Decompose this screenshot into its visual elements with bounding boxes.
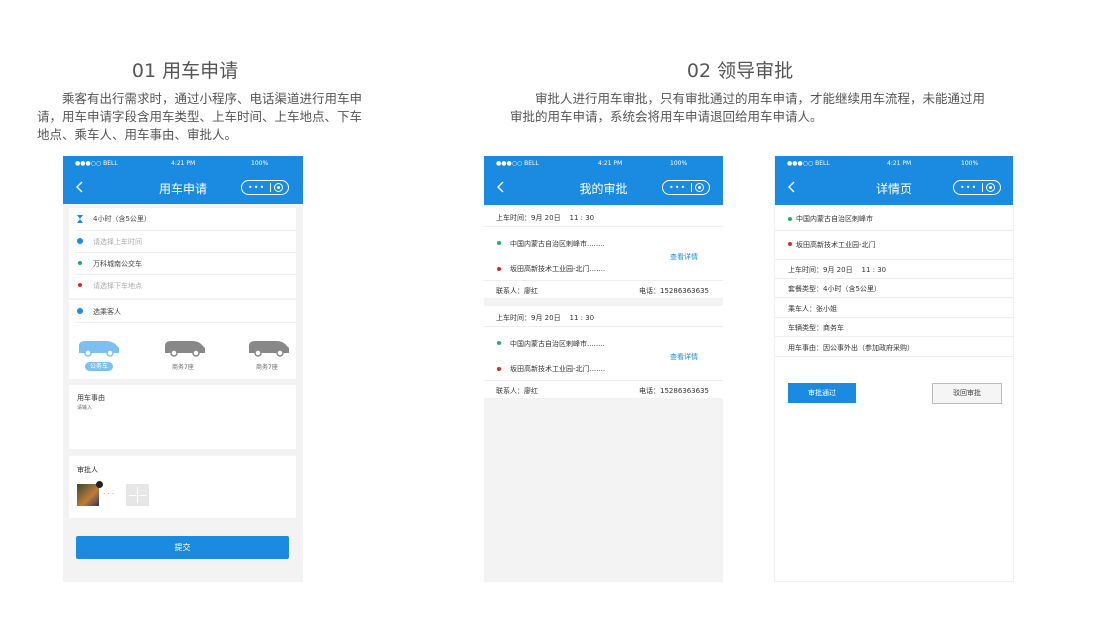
passenger-row[interactable]: 选乘客人 bbox=[69, 300, 296, 322]
start-dot-icon bbox=[497, 241, 501, 245]
end-dot-icon bbox=[497, 267, 501, 271]
detail-passenger: 乘车人：张小姐 bbox=[788, 305, 837, 313]
detail-reason: 用车事由：因公事外出（参加政府采购） bbox=[788, 344, 914, 352]
passenger-text: 选乘客人 bbox=[93, 308, 121, 316]
battery: 100% bbox=[670, 160, 688, 167]
remove-avatar-icon[interactable] bbox=[96, 481, 103, 488]
more-dots-icon[interactable]: ••• bbox=[669, 182, 686, 193]
detail-from: 中国内蒙古自治区剌峰市 bbox=[796, 215, 873, 223]
end-row[interactable]: 请选择下车地点 bbox=[69, 274, 296, 296]
capsule-menu[interactable]: ••• bbox=[662, 180, 710, 195]
reject-button[interactable]: 驳回审批 bbox=[932, 383, 1002, 404]
nav-bar: 用车申请 ••• bbox=[63, 172, 303, 204]
status-time: 4:21 PM bbox=[171, 160, 196, 167]
status-bar: ●●●○○ BELL 4:21 PM 100% bbox=[775, 156, 1013, 172]
reason-card: 用车事由 请输入 bbox=[69, 385, 296, 449]
close-circle-icon[interactable] bbox=[274, 183, 283, 192]
start-dot-icon bbox=[788, 217, 792, 221]
carrier: ●●●○○ BELL bbox=[496, 160, 539, 167]
status-bar: ●●●○○ BELL 4:21 PM 100% bbox=[484, 156, 723, 172]
section2-desc: 审批人进行用车审批，只有审批通过的用车申请，才能继续用车流程，未能通过用审批的用… bbox=[510, 91, 986, 124]
nav-bar: 详情页 ••• bbox=[775, 172, 1013, 205]
more-dots-icon[interactable]: ••• bbox=[248, 182, 265, 193]
item-contact: 联系人：廖红 bbox=[496, 387, 538, 395]
item-contact: 联系人：廖红 bbox=[496, 287, 538, 295]
start-text: 万科城南公交车 bbox=[93, 260, 142, 268]
car-label[interactable]: 商务7座 bbox=[256, 362, 278, 371]
status-time: 4:21 PM bbox=[887, 160, 912, 167]
hourglass-icon bbox=[77, 215, 83, 223]
detail-time: 上车时间：9月 20日 11 : 30 bbox=[788, 266, 887, 274]
approve-label: 审批通过 bbox=[808, 389, 836, 397]
start-row[interactable]: 万科城南公交车 bbox=[69, 252, 296, 274]
car-icon-van[interactable] bbox=[163, 338, 207, 358]
approver-card: 审批人 · · · bbox=[69, 456, 296, 518]
item-to: 坂田高新技术工业园-北门....... bbox=[510, 365, 606, 373]
car-label-selected[interactable]: 公务车 bbox=[85, 362, 114, 371]
item-to: 坂田高新技术工业园-北门....... bbox=[510, 265, 606, 273]
more-dots-icon[interactable]: ••• bbox=[960, 182, 977, 193]
capsule-menu[interactable]: ••• bbox=[241, 180, 289, 195]
end-dot-icon bbox=[78, 283, 82, 287]
nav-bar: 我的审批 ••• bbox=[484, 172, 723, 205]
start-dot-icon bbox=[497, 341, 501, 345]
end-placeholder: 请选择下车地点 bbox=[93, 282, 142, 290]
section1-title: 01 用车申请 bbox=[131, 60, 239, 82]
submit-button[interactable]: 提交 bbox=[76, 536, 289, 559]
user-icon bbox=[77, 308, 83, 314]
passenger-card: 选乘客人 公务车 商务7座 商务7座 bbox=[69, 300, 296, 379]
time-row[interactable]: 请选择上车时间 bbox=[69, 230, 296, 252]
more-text: · · · bbox=[103, 490, 115, 498]
approver-label: 审批人 bbox=[77, 466, 98, 474]
add-approver-button[interactable] bbox=[126, 484, 149, 506]
detail-package: 套餐类型：4小时（含5公里） bbox=[788, 285, 881, 293]
status-time: 4:21 PM bbox=[598, 160, 623, 167]
detail-vehicle: 车辆类型：商务车 bbox=[788, 324, 844, 332]
submit-label: 提交 bbox=[174, 543, 191, 552]
item-from: 中国内蒙古自治区剌峰市........ bbox=[510, 340, 605, 348]
reason-input[interactable]: 请输入 bbox=[77, 404, 92, 411]
carrier: ●●●○○ BELL bbox=[75, 160, 118, 167]
phone-detail: ●●●○○ BELL 4:21 PM 100% 详情页 ••• 中国内蒙古自治区… bbox=[774, 156, 1014, 582]
item-time: 上车时间：9月 20日 11 : 30 bbox=[496, 214, 595, 222]
car-label[interactable]: 商务7座 bbox=[172, 362, 194, 371]
approval-item[interactable]: 上车时间：9月 20日 11 : 30 中国内蒙古自治区剌峰市........ … bbox=[484, 306, 723, 398]
status-bar: ●●●○○ BELL 4:21 PM 100% bbox=[63, 156, 303, 172]
car-icon-van[interactable] bbox=[247, 338, 291, 358]
item-phone[interactable]: 电话：15286363635 bbox=[639, 286, 709, 296]
approval-item[interactable]: 上车时间：9月 20日 11 : 30 中国内蒙古自治区剌峰市........ … bbox=[484, 206, 723, 298]
item-time: 上车时间：9月 20日 11 : 30 bbox=[496, 314, 595, 322]
route-card: 4小时（含5公里） 请选择上车时间 万科城南公交车 请选择下车地点 bbox=[69, 208, 296, 298]
avatar[interactable] bbox=[77, 484, 99, 506]
reason-label: 用车事由 bbox=[77, 394, 105, 402]
time-placeholder: 请选择上车时间 bbox=[93, 238, 142, 246]
section2-title: 02 领导审批 bbox=[686, 60, 794, 82]
car-icon-sedan[interactable] bbox=[77, 338, 121, 358]
reject-label: 驳回审批 bbox=[953, 389, 981, 397]
close-circle-icon[interactable] bbox=[695, 183, 704, 192]
clock-icon bbox=[77, 238, 83, 244]
capsule-menu[interactable]: ••• bbox=[953, 180, 1001, 195]
phone-approvals: ●●●○○ BELL 4:21 PM 100% 我的审批 ••• 上车时间：9月… bbox=[484, 156, 723, 582]
close-circle-icon[interactable] bbox=[986, 183, 995, 192]
detail-to: 坂田高新技术工业园-北门 bbox=[796, 241, 876, 249]
item-from: 中国内蒙古自治区剌峰市........ bbox=[510, 240, 605, 248]
package-row[interactable]: 4小时（含5公里） bbox=[69, 208, 296, 230]
phone-apply: ●●●○○ BELL 4:21 PM 100% 用车申请 ••• 4小时（含5公… bbox=[63, 156, 303, 582]
battery: 100% bbox=[251, 160, 269, 167]
view-detail-link[interactable]: 查看详情 bbox=[670, 352, 698, 362]
item-phone[interactable]: 电话：15286363635 bbox=[639, 386, 709, 396]
view-detail-link[interactable]: 查看详情 bbox=[670, 252, 698, 262]
approve-button[interactable]: 审批通过 bbox=[788, 383, 856, 403]
package-text: 4小时（含5公里） bbox=[93, 215, 151, 223]
end-dot-icon bbox=[788, 242, 792, 246]
battery: 100% bbox=[961, 160, 979, 167]
section1-desc: 乘客有出行需求时，通过小程序、电话渠道进行用车申请，用车申请字段含用车类型、上车… bbox=[37, 91, 363, 142]
end-dot-icon bbox=[497, 367, 501, 371]
start-dot-icon bbox=[78, 261, 82, 265]
carrier: ●●●○○ BELL bbox=[787, 160, 830, 167]
